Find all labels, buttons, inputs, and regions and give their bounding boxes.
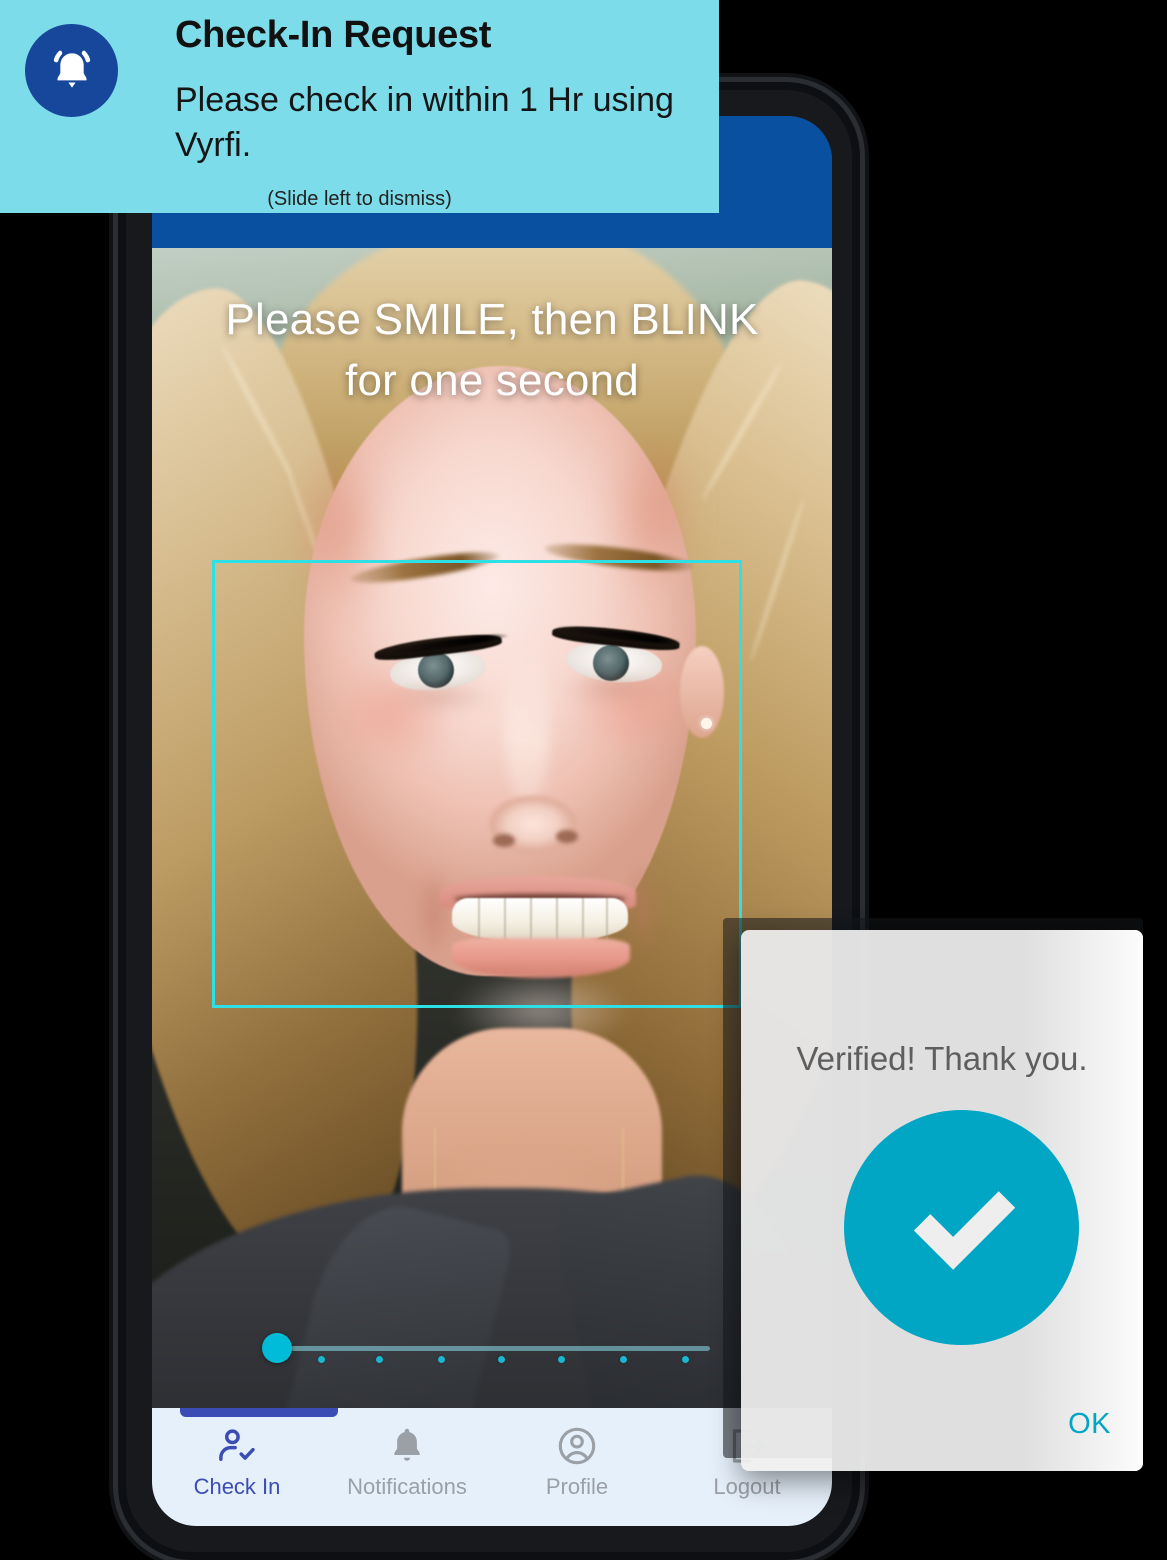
verified-dialog: Verified! Thank you. OK [741, 930, 1143, 1471]
active-tab-indicator [180, 1408, 338, 1417]
nav-tab-check-in[interactable]: Check In [152, 1424, 322, 1500]
zoom-slider-track[interactable] [290, 1346, 710, 1363]
nav-tab-notifications[interactable]: Notifications [322, 1424, 492, 1500]
checkin-notification-banner[interactable]: Check-In Request Please check in within … [0, 0, 719, 213]
nav-label-check-in: Check In [193, 1474, 281, 1499]
check-circle-icon [844, 1110, 1079, 1345]
zoom-tick [620, 1356, 627, 1363]
notification-icon-badge [25, 24, 118, 117]
nav-label-notifications: Notifications [347, 1474, 467, 1499]
zoom-slider-thumb[interactable] [262, 1333, 292, 1363]
nav-label-profile: Profile [545, 1474, 609, 1499]
bell-icon [394, 1428, 420, 1461]
prompt-line-1: Please SMILE, then BLINK [225, 295, 759, 344]
account-circle-icon [558, 1427, 596, 1465]
zoom-tick [682, 1356, 689, 1363]
zoom-tick [498, 1356, 505, 1363]
notification-dismiss-hint: (Slide left to dismiss) [267, 188, 452, 210]
notification-body: Please check in within 1 Hr using Vyrfi. [175, 81, 674, 164]
dialog-ok-button[interactable]: OK [1068, 1408, 1111, 1441]
face-detection-box [212, 560, 742, 1008]
person-check-icon [219, 1429, 255, 1461]
prompt-line-2: for one second [345, 355, 639, 405]
screenshot-stage: Please SMILE, then BLINK for one second [0, 0, 1167, 1560]
zoom-tick [318, 1356, 325, 1363]
zoom-tick [376, 1356, 383, 1363]
notification-title: Check-In Request [175, 14, 492, 56]
nav-label-logout: Logout [713, 1474, 781, 1499]
dialog-title: Verified! Thank you. [796, 1040, 1088, 1077]
zoom-tick [438, 1356, 445, 1363]
zoom-slider[interactable] [262, 1333, 712, 1363]
bell-icon [53, 50, 90, 88]
checkmark-icon [913, 1190, 1015, 1270]
zoom-tick [558, 1356, 565, 1363]
camera-prompt-text: Please SMILE, then BLINK for one second [152, 290, 832, 411]
nav-tab-profile[interactable]: Profile [492, 1424, 662, 1500]
verified-dialog-container: Verified! Thank you. OK [723, 918, 1143, 1471]
